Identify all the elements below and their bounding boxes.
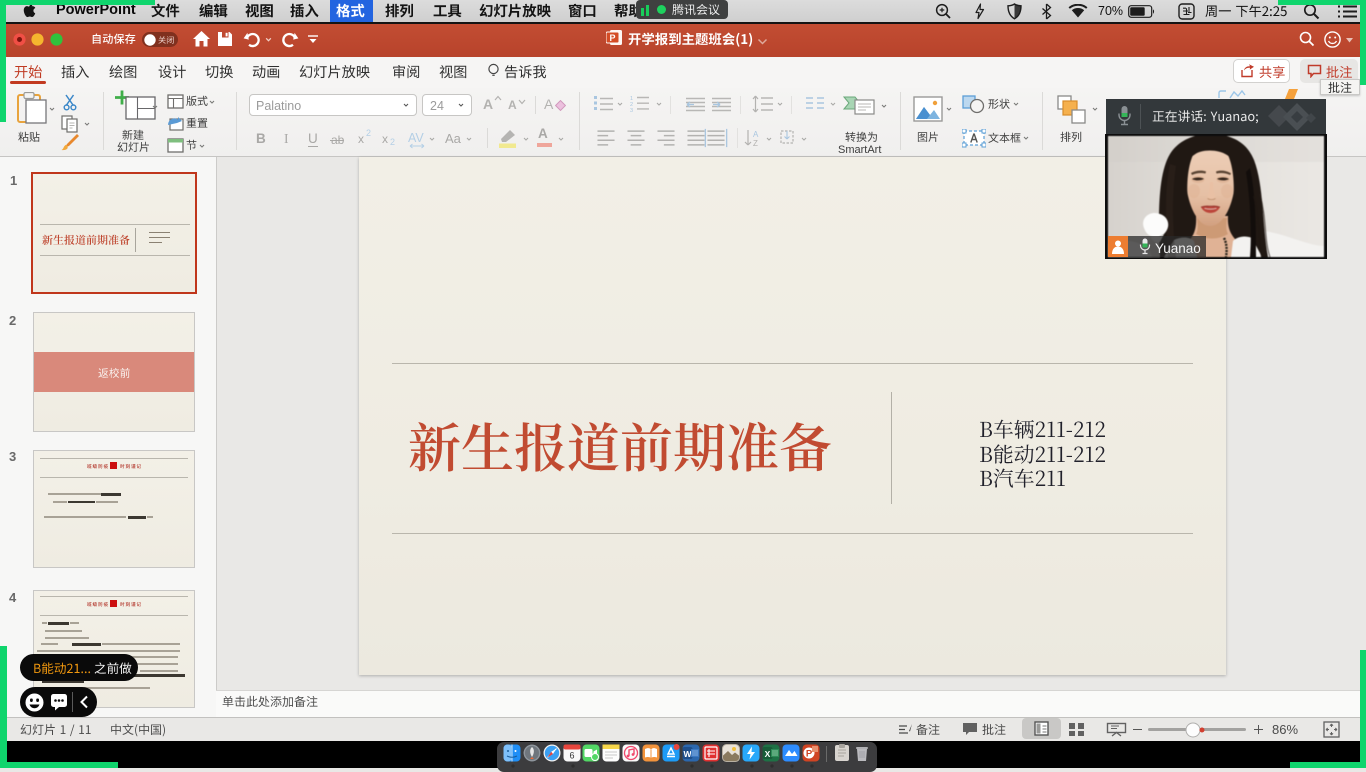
svg-text:P: P [806, 749, 813, 760]
svg-text:3: 3 [630, 108, 633, 113]
svg-text:P: P [609, 33, 615, 43]
svg-text:X: X [765, 749, 771, 759]
svg-text:Z: Z [753, 139, 758, 147]
svg-text:6: 6 [569, 751, 574, 761]
svg-text:A: A [753, 130, 759, 139]
